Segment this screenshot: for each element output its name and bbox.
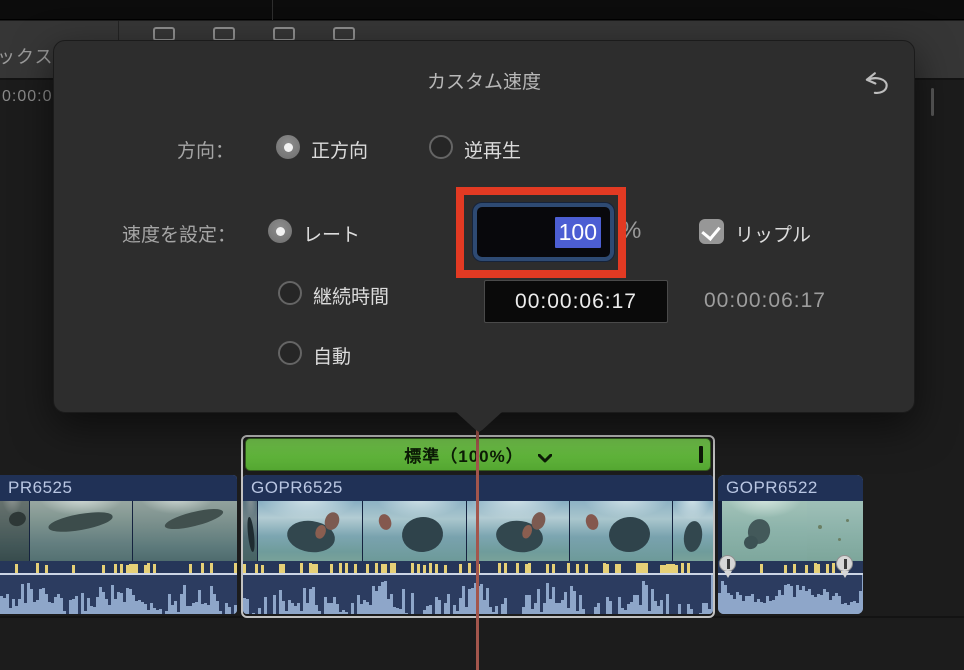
timeline-clip[interactable]: GOPR6522: [718, 475, 863, 614]
tool-square-icon[interactable]: [213, 27, 235, 41]
duration-readout: 00:00:06:17: [704, 289, 826, 312]
radio-forward-label[interactable]: 正方向: [311, 136, 368, 163]
ripple-label[interactable]: リップル: [735, 220, 811, 247]
radio-duration-label[interactable]: 継続時間: [313, 282, 389, 309]
clip-title: GOPR6522: [718, 475, 863, 501]
fcp-window: ックス 0:00:0 標準（100%） PR6525 GOPR6525 GOPR…: [0, 0, 964, 670]
tool-square-icon[interactable]: [333, 27, 355, 41]
radio-rate[interactable]: [268, 219, 292, 243]
audio-fade-handle[interactable]: [719, 555, 737, 579]
radio-automatic[interactable]: [278, 341, 302, 365]
clip-title: PR6525: [0, 475, 237, 501]
rate-input[interactable]: 100: [473, 203, 614, 261]
top-bar-divider: [272, 0, 273, 20]
timeline-timecode: 0:00:0: [2, 88, 53, 105]
video-thumbnail: [722, 501, 807, 561]
video-thumbnail: [0, 501, 29, 561]
index-button-label[interactable]: ックス: [0, 43, 53, 69]
timeline-clip[interactable]: PR6525: [0, 475, 237, 614]
percent-sign: %: [620, 217, 642, 244]
playhead[interactable]: [476, 429, 479, 670]
audio-fade-handle[interactable]: [836, 555, 854, 579]
radio-reverse-label[interactable]: 逆再生: [464, 136, 521, 163]
video-thumbnail: [673, 501, 713, 561]
radio-automatic-label[interactable]: 自動: [313, 342, 351, 369]
radio-forward[interactable]: [276, 135, 300, 159]
radio-reverse[interactable]: [429, 135, 453, 159]
chevron-down-icon[interactable]: [537, 450, 553, 463]
rate-value-selected-text: 100: [554, 216, 601, 248]
popover-arrow: [456, 412, 502, 432]
tool-square-icon[interactable]: [153, 27, 175, 41]
reset-button[interactable]: [862, 69, 896, 103]
video-thumbnail: [467, 501, 569, 561]
radio-rate-label[interactable]: レート: [303, 220, 360, 247]
retime-speed-label: 標準（100%）: [404, 447, 524, 466]
duration-input[interactable]: 00:00:06:17: [484, 280, 668, 323]
set-speed-label: 速度を設定：: [121, 225, 236, 246]
clip-filmstrip: [718, 501, 863, 561]
video-thumbnail: [133, 501, 237, 561]
audio-waveform: [0, 561, 237, 614]
tool-square-icon[interactable]: [273, 27, 295, 41]
popover-title: カスタム速度: [426, 72, 541, 93]
video-thumbnail: [570, 501, 672, 561]
volume-line[interactable]: [0, 573, 237, 575]
video-thumbnail: [807, 501, 863, 561]
video-thumbnail: [30, 501, 132, 561]
undo-arrow-icon: [865, 72, 888, 95]
clip-filmstrip: [0, 501, 237, 561]
retime-end-handle[interactable]: [699, 446, 703, 463]
custom-speed-popover: カスタム速度 方向： 正方向 逆再生 速度を設定： レート 100 % リップル…: [53, 40, 915, 413]
timeline-bottom-divider: [0, 616, 964, 618]
ripple-checkbox[interactable]: [699, 219, 724, 244]
video-thumbnail: [258, 501, 362, 561]
video-thumbnail: [363, 501, 466, 561]
window-top-bar: [0, 0, 964, 20]
scrollbar-handle[interactable]: [931, 88, 934, 116]
direction-label: 方向：: [176, 141, 234, 162]
video-thumbnail: [243, 501, 257, 561]
radio-duration[interactable]: [278, 281, 302, 305]
